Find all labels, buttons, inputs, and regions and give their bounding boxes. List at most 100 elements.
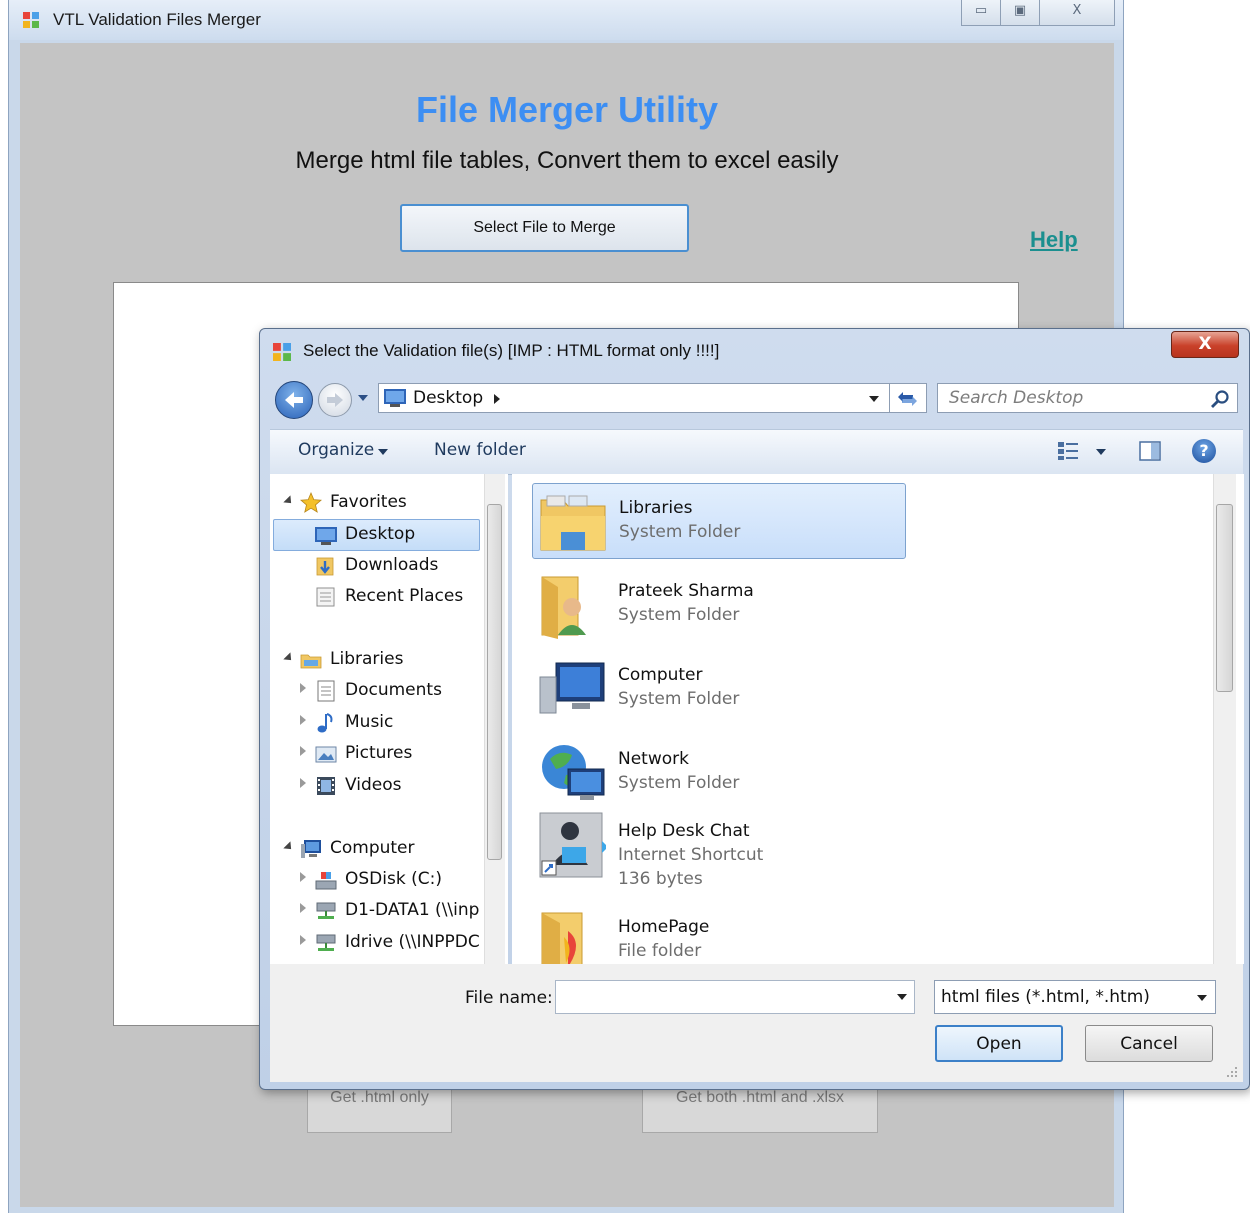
libraries-folder-icon <box>540 495 606 551</box>
nav-label: Libraries <box>330 649 404 669</box>
shortcut-icon <box>539 812 606 878</box>
expand-music-icon[interactable] <box>300 715 306 725</box>
forward-arrow-icon[interactable] <box>318 383 352 417</box>
nav-label: Recent Places <box>345 586 464 606</box>
back-arrow-icon[interactable] <box>275 381 313 419</box>
open-button[interactable]: Open <box>935 1025 1063 1062</box>
recent-places-icon <box>316 587 335 607</box>
nav-label: Desktop <box>345 524 416 544</box>
expand-videos-icon[interactable] <box>300 778 306 788</box>
search-placeholder: Search Desktop <box>949 388 1084 408</box>
get-html-and-xlsx-button[interactable]: Get both .html and .xlsx <box>642 1086 878 1133</box>
change-view-icon[interactable] <box>1057 441 1079 461</box>
address-location[interactable]: Desktop <box>413 388 483 408</box>
app-title: VTL Validation Files Merger <box>53 10 261 29</box>
expand-documents-icon[interactable] <box>300 683 306 693</box>
organize-dropdown-icon[interactable] <box>378 449 388 455</box>
organize-menu[interactable]: Organize <box>298 440 374 460</box>
network-drive-icon <box>316 902 336 919</box>
search-input[interactable]: Search Desktop <box>937 383 1238 413</box>
file-name: Libraries <box>619 498 693 518</box>
file-type-filter[interactable]: html files (*.html, *.htm) <box>934 980 1216 1014</box>
chevron-down-icon[interactable] <box>1197 995 1207 1001</box>
file-type: File folder <box>618 941 702 961</box>
nav-label: Videos <box>345 775 402 795</box>
expand-computer-icon[interactable] <box>283 841 295 853</box>
file-item-prateek-sharma[interactable]: Prateek Sharma System Folder <box>532 567 906 643</box>
view-options-dropdown-icon[interactable] <box>1096 449 1106 455</box>
navigation-pane: Favorites Desktop Downloads Recent Place… <box>270 474 508 964</box>
file-name: HomePage <box>618 917 710 937</box>
file-name: Help Desk Chat <box>618 821 750 841</box>
file-name: Computer <box>618 665 703 685</box>
file-type: System Folder <box>619 522 741 542</box>
hard-drive-icon <box>315 872 337 890</box>
dialog-footer: File name: html files (*.html, *.htm) Op… <box>270 964 1243 1082</box>
file-type: System Folder <box>618 689 740 709</box>
star-icon <box>300 492 322 513</box>
network-drive-icon <box>316 934 336 951</box>
maximize-button[interactable]: ▣ <box>1000 0 1040 26</box>
help-icon[interactable]: ? <box>1192 439 1216 463</box>
computer-icon <box>301 840 321 858</box>
file-type: System Folder <box>618 773 740 793</box>
nav-label: Music <box>345 712 394 732</box>
help-link[interactable]: Help <box>1030 227 1078 253</box>
libraries-icon <box>300 654 322 669</box>
address-dropdown-icon[interactable] <box>869 396 879 402</box>
breadcrumb-chevron-icon[interactable] <box>494 394 500 404</box>
pictures-icon <box>315 746 337 763</box>
new-folder-button[interactable]: New folder <box>434 440 526 460</box>
expand-libraries-icon[interactable] <box>283 652 295 664</box>
nav-label: Idrive (\\INPPDC <box>345 932 480 952</box>
refresh-button[interactable] <box>890 383 927 413</box>
preview-pane-icon[interactable] <box>1139 441 1161 461</box>
minimize-button[interactable]: ▭ <box>961 0 1001 26</box>
resize-grip-icon[interactable] <box>1224 1064 1238 1078</box>
user-folder-icon <box>541 576 586 639</box>
file-list-scrollbar-thumb[interactable] <box>1216 504 1233 692</box>
expand-favorites-icon[interactable] <box>283 495 295 507</box>
nav-label: Downloads <box>345 555 439 575</box>
file-item-help-desk-chat[interactable]: Help Desk Chat Internet Shortcut 136 byt… <box>532 807 906 889</box>
videos-icon <box>317 777 335 795</box>
file-item-homepage[interactable]: HomePage File folder <box>532 903 906 964</box>
expand-osdisk-icon[interactable] <box>300 872 306 882</box>
search-icon[interactable] <box>1210 389 1230 409</box>
nav-scrollbar[interactable] <box>484 474 505 964</box>
expand-d1-data1-icon[interactable] <box>300 903 306 913</box>
file-name-input[interactable] <box>555 980 915 1014</box>
file-name-dropdown-icon[interactable] <box>897 994 907 1000</box>
desktop-icon <box>315 527 337 545</box>
recent-locations-dropdown-icon[interactable] <box>358 395 368 401</box>
file-type: Internet Shortcut <box>618 845 764 865</box>
nav-label: Favorites <box>330 492 407 512</box>
expand-pictures-icon[interactable] <box>300 746 306 756</box>
cancel-button[interactable]: Cancel <box>1085 1025 1213 1062</box>
file-item-computer[interactable]: Computer System Folder <box>532 651 906 727</box>
file-item-libraries[interactable]: Libraries System Folder <box>532 483 906 559</box>
file-type-filter-value: html files (*.html, *.htm) <box>941 987 1150 1007</box>
refresh-icon <box>898 392 917 406</box>
file-name: Prateek Sharma <box>618 581 754 601</box>
expand-idrive-icon[interactable] <box>300 935 306 945</box>
file-list-scrollbar[interactable] <box>1213 474 1236 964</box>
address-bar[interactable]: Desktop <box>378 383 890 413</box>
downloads-folder-icon <box>316 557 334 576</box>
file-type: System Folder <box>618 605 740 625</box>
file-name-label: File name: <box>465 988 553 1008</box>
page-subtitle: Merge html file tables, Convert them to … <box>295 147 839 174</box>
select-file-button[interactable]: Select File to Merge <box>400 204 689 252</box>
dialog-close-button[interactable]: X <box>1171 331 1239 358</box>
documents-icon <box>317 680 335 702</box>
file-list: Libraries System Folder Prateek Sharma S… <box>512 474 1244 964</box>
app-titlebar: VTL Validation Files Merger ▭ ▣ X <box>9 0 1123 40</box>
get-html-only-button[interactable]: Get .html only <box>307 1086 452 1133</box>
dialog-title: Select the Validation file(s) [IMP : HTM… <box>303 341 720 360</box>
page-title: File Merger Utility <box>415 89 719 130</box>
file-item-network[interactable]: Network System Folder <box>532 735 906 811</box>
nav-scrollbar-thumb[interactable] <box>487 504 502 860</box>
nav-label: Documents <box>345 680 442 700</box>
close-button[interactable]: X <box>1039 0 1115 26</box>
nav-label: Computer <box>330 838 415 858</box>
